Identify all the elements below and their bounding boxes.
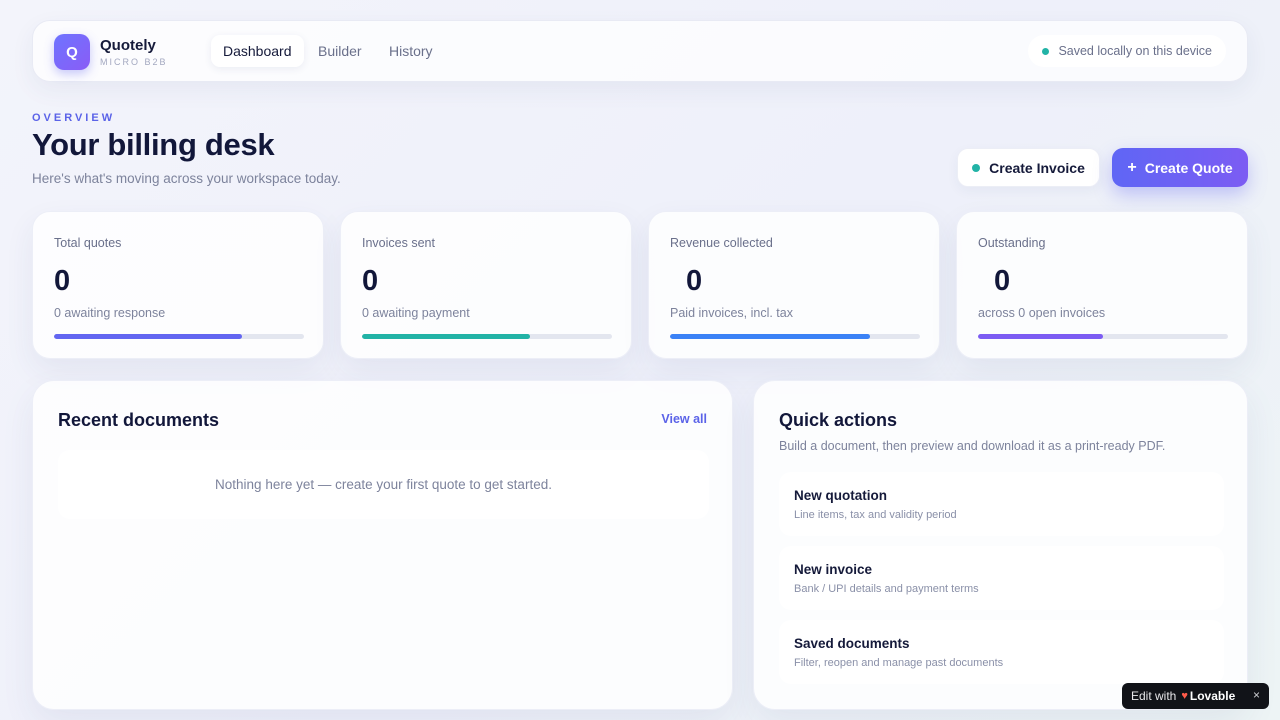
quick-actions-panel: Quick actions Build a document, then pre… — [753, 380, 1248, 710]
stat-note: 0 awaiting payment — [362, 306, 470, 320]
stat-progress-track — [54, 334, 304, 339]
recent-documents-title: Recent documents — [58, 410, 220, 430]
saved-status-badge: Saved locally on this device — [1028, 35, 1226, 67]
stat-progress-fill — [362, 334, 530, 339]
quick-action-desc: Line items, tax and validity period — [794, 509, 957, 521]
edit-with-lovable-badge[interactable]: Edit with ♥ Lovable × — [1122, 683, 1269, 709]
view-all-link[interactable]: View all — [661, 412, 707, 426]
stat-label: Total quotes — [54, 236, 122, 250]
create-quote-button[interactable]: + Create Quote — [1112, 148, 1248, 187]
recent-documents-panel: Recent documents View all Nothing here y… — [32, 380, 733, 710]
stat-card-outstanding: Outstanding 0 across 0 open invoices — [956, 211, 1248, 359]
quick-action-desc: Bank / UPI details and payment terms — [794, 583, 979, 595]
stat-progress-track — [978, 334, 1228, 339]
quick-action-desc: Filter, reopen and manage past documents — [794, 657, 1004, 669]
stat-value: 0 — [686, 265, 703, 297]
stat-value: 0 — [54, 265, 71, 297]
stat-note: Paid invoices, incl. tax — [670, 306, 793, 320]
page-title: Your billing desk — [32, 127, 275, 162]
stat-label: Invoices sent — [362, 236, 435, 250]
top-navigation-bar: Q Quotely MICRO B2B Dashboard Builder Hi… — [32, 20, 1248, 82]
stat-value: 0 — [994, 265, 1011, 297]
quick-action-new-invoice[interactable]: New invoice Bank / UPI details and payme… — [779, 546, 1224, 610]
stat-progress-fill — [978, 334, 1103, 339]
brand-name: Quotely — [100, 37, 156, 54]
create-invoice-label: Create Invoice — [989, 159, 1085, 176]
invoice-dot-icon — [972, 163, 981, 172]
stat-card-invoices-sent: Invoices sent 0 0 awaiting payment — [340, 211, 632, 359]
create-quote-label: Create Quote — [1144, 159, 1233, 176]
create-invoice-button[interactable]: Create Invoice — [957, 148, 1100, 187]
quick-action-title: New invoice — [794, 562, 873, 577]
stat-progress-fill — [670, 334, 870, 339]
close-icon[interactable]: × — [1253, 688, 1260, 702]
stat-label: Revenue collected — [670, 236, 773, 250]
tab-builder[interactable]: Builder — [306, 35, 374, 67]
section-eyebrow: OVERVIEW — [32, 112, 116, 124]
quick-action-title: Saved documents — [794, 636, 910, 651]
quick-action-new-quotation[interactable]: New quotation Line items, tax and validi… — [779, 472, 1224, 536]
tab-dashboard[interactable]: Dashboard — [211, 35, 304, 67]
brand-subtitle: MICRO B2B — [100, 57, 168, 67]
status-dot-icon — [1042, 47, 1050, 55]
stat-label: Outstanding — [978, 236, 1046, 250]
page-subtitle: Here's what's moving across your workspa… — [32, 171, 341, 186]
empty-state-text: Nothing here yet — create your first quo… — [215, 477, 552, 492]
edit-with-text: Edit with — [1131, 689, 1177, 703]
stat-note: 0 awaiting response — [54, 306, 166, 320]
quick-action-saved-documents[interactable]: Saved documents Filter, reopen and manag… — [779, 620, 1224, 684]
lovable-heart-icon: ♥ — [1181, 690, 1188, 702]
stat-progress-fill — [54, 334, 242, 339]
lovable-brand-text: Lovable — [1189, 689, 1236, 703]
quick-action-title: New quotation — [794, 488, 887, 503]
stat-card-total-quotes: Total quotes 0 0 awaiting response — [32, 211, 324, 359]
stat-note: across 0 open invoices — [978, 306, 1106, 320]
stat-progress-track — [670, 334, 920, 339]
saved-status-text: Saved locally on this device — [1058, 44, 1212, 58]
plus-icon: + — [1127, 158, 1137, 176]
quick-actions-title: Quick actions — [779, 410, 898, 430]
empty-state: Nothing here yet — create your first quo… — [58, 450, 709, 519]
stat-progress-track — [362, 334, 612, 339]
stat-card-revenue-collected: Revenue collected 0 Paid invoices, incl.… — [648, 211, 940, 359]
quick-actions-subtitle: Build a document, then preview and downl… — [779, 439, 1166, 453]
tab-history[interactable]: History — [377, 35, 445, 67]
stat-value: 0 — [362, 265, 379, 297]
logo-mark[interactable]: Q — [54, 34, 90, 70]
